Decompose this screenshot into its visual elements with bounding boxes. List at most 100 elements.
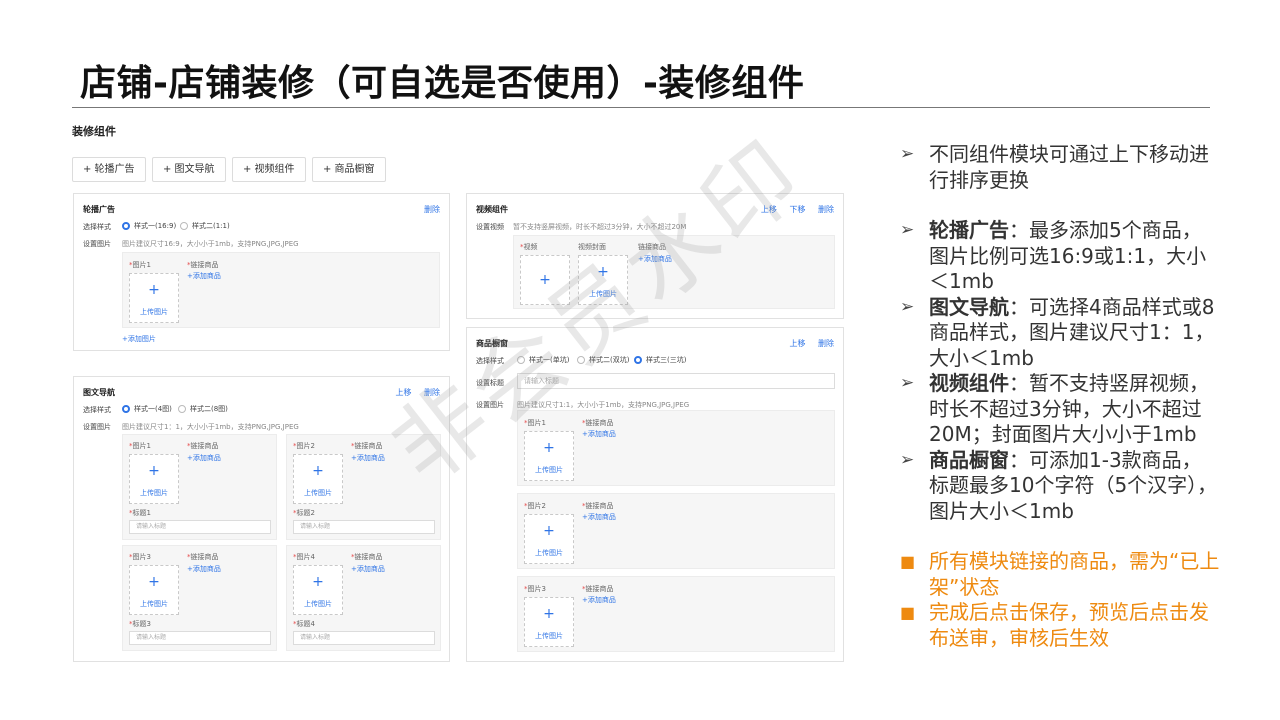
upload-image-text: 上传图片 <box>140 600 168 608</box>
carousel-add-goods-link[interactable]: +添加商品 <box>187 271 221 281</box>
carousel-add-image-link[interactable]: +添加图片 <box>122 334 156 344</box>
window-title-label: 设置标题 <box>476 379 504 387</box>
window-upload-box[interactable]: + 上传图片 <box>524 514 574 564</box>
plus-icon: + <box>539 272 551 288</box>
nav-card-1: *图片1 *链接商品 +添加商品 + 上传图片 *标题1 请输入标题 <box>122 434 277 540</box>
video-upload-area: *视频 视频封面 链接商品 +添加商品 + + 上传图片 <box>513 235 835 309</box>
note-publish: ■ 完成后点击保存，预览后点击发布送审，审核后生效 <box>900 600 1209 650</box>
plus-icon: + <box>148 282 160 298</box>
nav-card-title-input[interactable]: 请输入标题 <box>129 520 271 534</box>
radio-checked-icon <box>122 222 130 230</box>
window-image-label: 设置图片 <box>476 401 504 409</box>
nav-card-image-label: *图片4 <box>293 553 315 561</box>
nav-card-upload-box[interactable]: + 上传图片 <box>129 454 179 504</box>
add-window-button[interactable]: + 商品橱窗 <box>312 157 386 182</box>
video-title: 视频组件 <box>476 205 508 214</box>
window-add-goods-link[interactable]: +添加商品 <box>582 512 616 522</box>
carousel-link-label: *链接商品 <box>187 261 219 269</box>
window-link-label: *链接商品 <box>582 502 614 510</box>
nav-card-add-goods-link[interactable]: +添加商品 <box>187 564 221 574</box>
radio-unchecked-icon <box>180 222 188 230</box>
upload-image-text: 上传图片 <box>535 466 563 474</box>
video-cover-col-label: 视频封面 <box>578 243 606 251</box>
nav-card-upload-box[interactable]: + 上传图片 <box>293 454 343 504</box>
video-link-col-label: 链接商品 <box>638 243 666 251</box>
note-listed-goods: ■ 所有模块链接的商品，需为“已上架”状态 <box>900 549 1220 599</box>
plus-icon: + <box>148 463 160 479</box>
nav-card-add-goods-link[interactable]: +添加商品 <box>187 453 221 463</box>
window-style-radio-2[interactable]: 样式二(双坑) <box>577 355 629 365</box>
plus-icon: + <box>543 440 555 456</box>
add-video-button[interactable]: + 视频组件 <box>232 157 306 182</box>
nav-image-label: 设置图片 <box>83 423 111 431</box>
window-link-label: *链接商品 <box>582 585 614 593</box>
plus-icon: + <box>543 606 555 622</box>
carousel-panel: 轮播广告 删除 选择样式 样式一(16:9) 样式二(1:1) 设置图片 图片建… <box>73 193 450 351</box>
note-carousel: ➢ 轮播广告：最多添加5个商品，图片比例可选16:9或1:1，大小＜1mb <box>900 218 1207 293</box>
notes-list: ➢ 不同组件模块可通过上下移动进行排序更换 ➢ 轮播广告：最多添加5个商品，图片… <box>900 142 1220 651</box>
radio-checked-icon <box>634 356 642 364</box>
upload-image-text: 上传图片 <box>535 549 563 557</box>
add-carousel-button[interactable]: + 轮播广告 <box>72 157 146 182</box>
video-actions: 上移 下移 删除 <box>751 204 834 215</box>
window-slot-1: *图片1 *链接商品 +添加商品 + 上传图片 <box>517 410 835 486</box>
window-slot-3: *图片3 *链接商品 +添加商品 + 上传图片 <box>517 576 835 652</box>
carousel-style-radio-2[interactable]: 样式二(1:1) <box>180 221 230 231</box>
nav-card-upload-box[interactable]: + 上传图片 <box>129 565 179 615</box>
note-window: ➢ 商品橱窗：可添加1-3款商品，标题最多10个字符（5个汉字），图片大小＜1m… <box>900 447 1218 523</box>
window-slot-label: *图片1 <box>524 419 546 427</box>
square-bullet-icon: ■ <box>900 603 916 622</box>
nav-card-upload-box[interactable]: + 上传图片 <box>293 565 343 615</box>
carousel-style-radio-1[interactable]: 样式一(16:9) <box>122 221 176 231</box>
carousel-upload-box[interactable]: + 上传图片 <box>129 273 179 323</box>
nav-delete-link[interactable]: 删除 <box>424 388 440 397</box>
window-image-hint: 图片建议尺寸1:1，大小小于1mb，支持PNG,JPG,JPEG <box>517 401 690 409</box>
carousel-delete-link[interactable]: 删除 <box>424 205 440 214</box>
window-style-radio-3[interactable]: 样式三(三坑) <box>634 355 686 365</box>
add-nav-button[interactable]: + 图文导航 <box>152 157 226 182</box>
video-cover-upload-box[interactable]: + 上传图片 <box>578 255 628 305</box>
upload-image-text: 上传图片 <box>589 290 617 298</box>
nav-style-radio-1[interactable]: 样式一(4图) <box>122 404 172 414</box>
note-nav: ➢ 图文导航：可选择4商品样式或8商品样式，图片建议尺寸1：1，大小＜1mb <box>900 294 1215 370</box>
carousel-upload-area: *图片1 *链接商品 +添加商品 + 上传图片 <box>122 252 440 328</box>
nav-card-title-input[interactable]: 请输入标题 <box>293 631 435 645</box>
video-up-link[interactable]: 上移 <box>761 205 777 214</box>
nav-card-title-input[interactable]: 请输入标题 <box>129 631 271 645</box>
nav-card-image-label: *图片2 <box>293 442 315 450</box>
window-link-label: *链接商品 <box>582 419 614 427</box>
window-add-goods-link[interactable]: +添加商品 <box>582 429 616 439</box>
nav-card-add-goods-link[interactable]: +添加商品 <box>351 564 385 574</box>
window-up-link[interactable]: 上移 <box>789 339 805 348</box>
nav-up-link[interactable]: 上移 <box>395 388 411 397</box>
carousel-image-hint: 图片建议尺寸16:9，大小小于1mb，支持PNG,JPG,JPEG <box>122 240 299 248</box>
window-upload-box[interactable]: + 上传图片 <box>524 431 574 481</box>
nav-card-link-label: *链接商品 <box>351 442 383 450</box>
nav-card-image-label: *图片1 <box>129 442 151 450</box>
nav-card-2: *图片2 *链接商品 +添加商品 + 上传图片 *标题2 请输入标题 <box>286 434 441 540</box>
video-delete-link[interactable]: 删除 <box>818 205 834 214</box>
video-panel: 视频组件 上移 下移 删除 设置视频 暂不支持竖屏视频，时长不超过3分钟，大小不… <box>466 193 844 319</box>
window-delete-link[interactable]: 删除 <box>818 339 834 348</box>
video-add-goods-link[interactable]: +添加商品 <box>638 254 672 264</box>
nav-card-image-label: *图片3 <box>129 553 151 561</box>
nav-style-radio-2[interactable]: 样式二(8图) <box>178 404 228 414</box>
nav-card-title-label: *标题1 <box>129 509 151 517</box>
nav-card-3: *图片3 *链接商品 +添加商品 + 上传图片 *标题3 请输入标题 <box>122 545 277 651</box>
nav-title: 图文导航 <box>83 388 115 397</box>
slide-title: 店铺-店铺装修（可自选是否使用）-装修组件 <box>80 63 805 104</box>
window-add-goods-link[interactable]: +添加商品 <box>582 595 616 605</box>
nav-card-add-goods-link[interactable]: +添加商品 <box>351 453 385 463</box>
window-style-radio-1[interactable]: 样式一(单坑) <box>517 355 569 365</box>
video-down-link[interactable]: 下移 <box>789 205 805 214</box>
window-title-input[interactable]: 请输入标题 <box>517 373 835 389</box>
window-upload-box[interactable]: + 上传图片 <box>524 597 574 647</box>
arrow-bullet-icon: ➢ <box>900 373 915 393</box>
arrow-bullet-icon: ➢ <box>900 220 915 240</box>
carousel-image-slot-label: *图片1 <box>129 261 151 269</box>
video-upload-box[interactable]: + <box>520 255 570 305</box>
nav-card-4: *图片4 *链接商品 +添加商品 + 上传图片 *标题4 请输入标题 <box>286 545 441 651</box>
plus-icon: + <box>148 574 160 590</box>
nav-card-title-input[interactable]: 请输入标题 <box>293 520 435 534</box>
title-divider <box>72 107 1210 108</box>
